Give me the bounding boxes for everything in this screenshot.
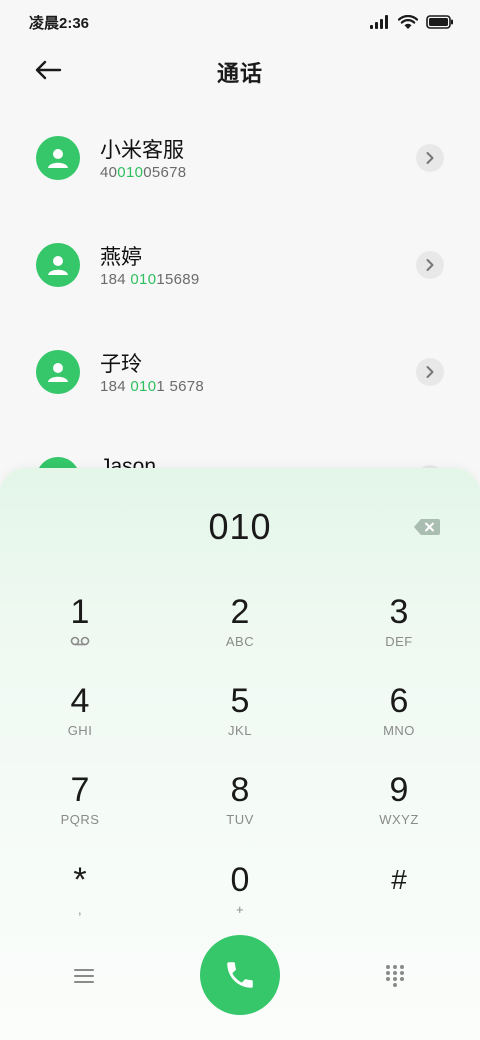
status-icons: [370, 14, 454, 30]
dial-key-2[interactable]: 2 ABC: [180, 592, 300, 672]
backspace-button[interactable]: [412, 516, 442, 538]
wifi-icon: [398, 14, 418, 29]
chevron-right-icon: [426, 366, 434, 378]
page-title: 通话: [216, 61, 263, 86]
keypad-icon: [386, 965, 404, 987]
chevron-right-icon: [426, 152, 434, 164]
status-bar: 凌晨2:36: [0, 0, 480, 44]
dial-key-star[interactable]: * ,: [20, 860, 140, 940]
battery-icon: [426, 15, 453, 29]
contact-row[interactable]: 子玲 184 0101 5678: [0, 318, 480, 425]
contact-row[interactable]: 燕婷 184 01015689: [0, 211, 480, 318]
voicemail-icon: [20, 634, 140, 649]
avatar: [36, 243, 80, 287]
contact-detail-button[interactable]: [416, 358, 444, 386]
person-icon: [48, 256, 68, 275]
phone-icon: [227, 962, 253, 988]
person-icon: [48, 149, 68, 168]
dial-key-0[interactable]: 0 +: [180, 860, 300, 940]
contact-number: 184 0101 5678: [100, 378, 205, 395]
contact-detail-button[interactable]: [416, 251, 444, 279]
dial-key-1[interactable]: 1: [20, 592, 140, 672]
dial-input-display[interactable]: 010: [0, 506, 480, 548]
call-button[interactable]: [200, 935, 280, 1015]
person-icon: [48, 363, 68, 382]
dialpad-bottom-bar: [0, 934, 480, 1024]
menu-button[interactable]: [66, 962, 102, 990]
signal-icon: [370, 15, 388, 29]
dial-key-hash[interactable]: #: [339, 860, 459, 940]
contact-detail-button[interactable]: [416, 144, 444, 172]
keypad-toggle-button[interactable]: [378, 960, 412, 992]
dial-key-5[interactable]: 5 JKL: [180, 681, 300, 761]
dial-key-7[interactable]: 7 PQRS: [20, 770, 140, 850]
contact-name: 小米客服: [100, 139, 184, 162]
dial-key-8[interactable]: 8 TUV: [180, 770, 300, 850]
dial-key-9[interactable]: 9 WXYZ: [339, 770, 459, 850]
contact-name: 子玲: [100, 353, 142, 376]
dialpad-panel: 010 1 2 ABC 3 DEF 4 GHI 5 JKL 6 MNO 7 PQ…: [0, 468, 480, 1040]
chevron-right-icon: [426, 259, 434, 271]
contact-name: 燕婷: [100, 246, 142, 269]
contact-number: 4001005678: [100, 164, 187, 181]
avatar: [36, 136, 80, 180]
contact-number: 184 01015689: [100, 271, 200, 288]
dial-key-6[interactable]: 6 MNO: [339, 681, 459, 761]
backspace-icon: [414, 519, 440, 535]
avatar: [36, 350, 80, 394]
dial-key-4[interactable]: 4 GHI: [20, 681, 140, 761]
header: 通话: [0, 44, 480, 96]
menu-icon: [74, 969, 94, 983]
dial-key-3[interactable]: 3 DEF: [339, 592, 459, 672]
status-time: 凌晨2:36: [29, 14, 90, 32]
contact-row[interactable]: 小米客服 4001005678: [0, 104, 480, 211]
